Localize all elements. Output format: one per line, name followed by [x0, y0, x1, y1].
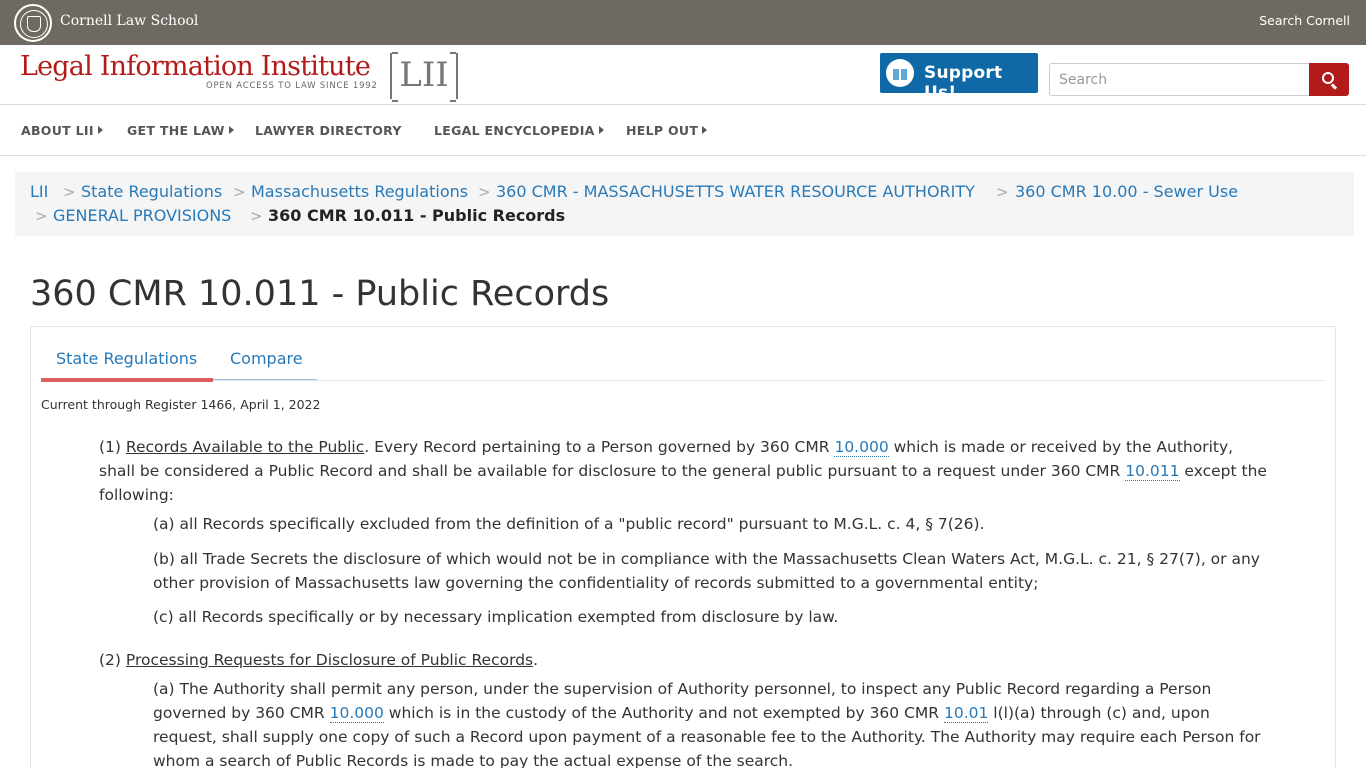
- lii-logo-title[interactable]: Legal Information Institute: [20, 51, 371, 82]
- breadcrumb-separator: >: [250, 207, 263, 225]
- search-input[interactable]: [1049, 63, 1311, 96]
- paragraph-number: (2): [99, 651, 126, 669]
- cross-reference-link[interactable]: 10.01: [943, 704, 989, 723]
- paragraph-1b: (b) all Trade Secrets the disclosure of …: [153, 547, 1260, 595]
- breadcrumb-item-general-provisions[interactable]: GENERAL PROVISIONS: [53, 206, 231, 225]
- tab-active-indicator: [41, 378, 213, 382]
- currency-note: Current through Register 1466, April 1, …: [41, 397, 321, 412]
- paragraph-1: (1) Records Available to the Public. Eve…: [99, 435, 1329, 507]
- paragraph-text: (b) all Trade Secrets the disclosure of …: [153, 550, 1260, 568]
- support-us-button[interactable]: Support Us!: [880, 53, 1038, 103]
- paragraph-text: whom a search of Public Records is made …: [153, 752, 794, 768]
- breadcrumb-separator: >: [233, 183, 246, 201]
- search-cornell-link[interactable]: Search Cornell: [1259, 13, 1350, 28]
- tab-compare-underline: [213, 379, 317, 380]
- search-icon: [1322, 72, 1334, 84]
- paragraph-2: (2) Processing Requests for Disclosure o…: [99, 648, 538, 672]
- paragraph-text: other provision of Massachusetts law gov…: [153, 574, 1039, 592]
- paragraph-heading: Processing Requests for Disclosure of Pu…: [125, 651, 534, 669]
- paragraph-text: (a) The Authority shall permit any perso…: [153, 680, 1212, 698]
- nav-item-label: ABOUT LII: [21, 123, 94, 138]
- cornell-topbar: Cornell Law School Search Cornell: [0, 0, 1366, 45]
- paragraph-text: governed by 360 CMR: [153, 704, 330, 722]
- cross-reference-link[interactable]: 10.000: [834, 438, 889, 457]
- nav-item-label: HELP OUT: [626, 123, 699, 138]
- search-button[interactable]: [1309, 63, 1349, 96]
- breadcrumb-separator: >: [63, 183, 76, 201]
- paragraph-text: except the: [1179, 462, 1267, 480]
- paragraph-text: shall be considered a Public Record and …: [99, 462, 1126, 480]
- caret-right-icon: [228, 126, 234, 134]
- cross-reference-link[interactable]: 10.000: [329, 704, 384, 723]
- nav-item-help-out[interactable]: HELP OUT: [626, 123, 708, 138]
- paragraph-text: request, shall supply one copy of such a…: [153, 728, 1261, 746]
- nav-item-lawyer-directory[interactable]: LAWYER DIRECTORY: [255, 123, 402, 138]
- nav-item-legal-encyclopedia[interactable]: LEGAL ENCYCLOPEDIA: [434, 123, 604, 138]
- support-us-label: Support Us!: [924, 63, 1003, 103]
- paragraph-text: following:: [99, 486, 174, 504]
- cross-reference-link[interactable]: 10.011: [1125, 462, 1180, 481]
- paragraph-2a: (a) The Authority shall permit any perso…: [153, 677, 1261, 768]
- page-title: 360 CMR 10.011 - Public Records: [30, 274, 610, 314]
- caret-right-icon: [702, 126, 708, 134]
- paragraph-text: which is made or received by the Authori…: [888, 438, 1234, 456]
- nav-divider: [0, 155, 1366, 156]
- nav-item-label: LEGAL ENCYCLOPEDIA: [434, 123, 595, 138]
- breadcrumb-item-sewer-use[interactable]: 360 CMR 10.00 - Sewer Use: [1015, 182, 1238, 201]
- breadcrumb-item-360-cmr-mwra[interactable]: 360 CMR - MASSACHUSETTS WATER RESOURCE A…: [496, 182, 975, 201]
- tab-compare[interactable]: Compare: [230, 349, 303, 368]
- main-nav: ABOUT LII GET THE LAW LAWYER DIRECTORY L…: [0, 105, 1366, 155]
- caret-right-icon: [598, 126, 604, 134]
- cornell-seal-icon[interactable]: [14, 4, 52, 42]
- nav-item-label: GET THE LAW: [127, 123, 225, 138]
- paragraph-number: (1): [99, 438, 126, 456]
- paragraph-text: which is in the custody of the Authority…: [383, 704, 944, 722]
- tab-state-regulations[interactable]: State Regulations: [56, 349, 197, 368]
- lii-logo-mark[interactable]: LII: [390, 52, 458, 102]
- breadcrumb-item-lii[interactable]: LII: [30, 182, 48, 201]
- paragraph-text: l(l)(a) through (c) and, upon: [988, 704, 1210, 722]
- paragraph-text: .: [533, 651, 539, 669]
- breadcrumb-separator: >: [35, 207, 48, 225]
- breadcrumb-item-state-regulations[interactable]: State Regulations: [81, 182, 222, 201]
- breadcrumb-item-current: 360 CMR 10.011 - Public Records: [268, 206, 566, 225]
- breadcrumb-separator: >: [478, 183, 491, 201]
- paragraph-heading: Records Available to the Public: [125, 438, 365, 456]
- gift-icon: [886, 59, 914, 87]
- lii-logo-tagline: OPEN ACCESS TO LAW SINCE 1992: [206, 81, 378, 91]
- caret-right-icon: [97, 126, 103, 134]
- tabs-divider: [41, 380, 1325, 381]
- paragraph-1c: (c) all Records specifically or by neces…: [153, 608, 839, 626]
- breadcrumb-separator: >: [996, 183, 1009, 201]
- paragraph-1a: (a) all Records specifically excluded fr…: [153, 515, 985, 533]
- breadcrumb-item-massachusetts-regulations[interactable]: Massachusetts Regulations: [251, 182, 468, 201]
- paragraph-text: . Every Record pertaining to a Person go…: [364, 438, 835, 456]
- cornell-law-school-link[interactable]: Cornell Law School: [60, 13, 198, 29]
- nav-item-get-the-law[interactable]: GET THE LAW: [127, 123, 234, 138]
- nav-item-label: LAWYER DIRECTORY: [255, 123, 402, 138]
- nav-item-about-lii[interactable]: ABOUT LII: [21, 123, 103, 138]
